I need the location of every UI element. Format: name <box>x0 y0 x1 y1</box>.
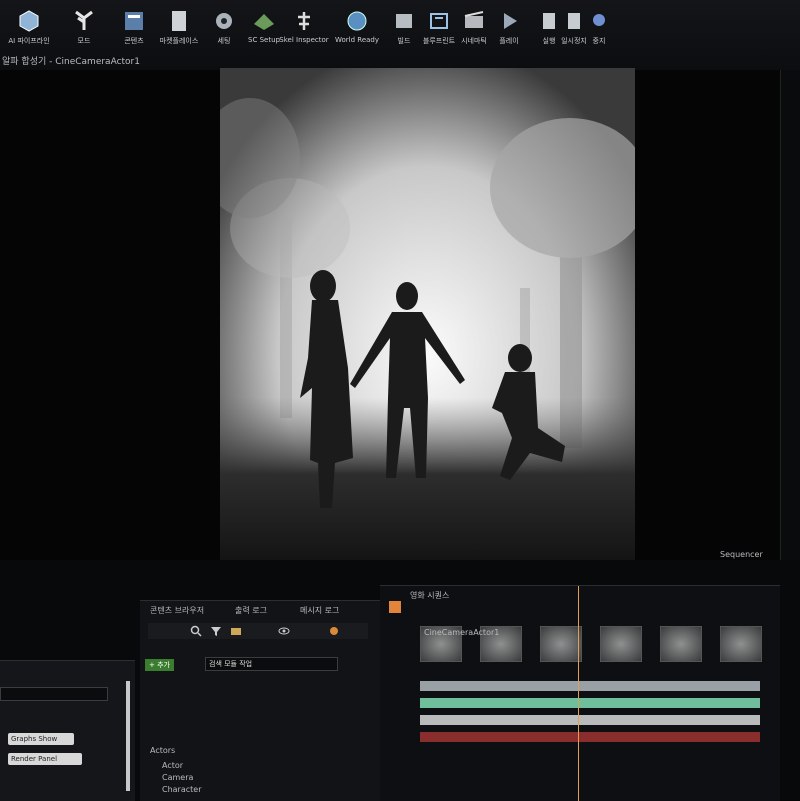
add-button[interactable]: + 추가 <box>145 659 174 671</box>
ai-pipeline-button[interactable]: AI 파이프라인 <box>0 6 58 58</box>
content-icon <box>125 12 143 30</box>
shot-thumbnail <box>540 626 582 662</box>
toolbar-label: 중지 <box>592 37 606 45</box>
settings-icon[interactable] <box>328 625 340 637</box>
output-log-tab[interactable]: 출력 로그 <box>235 605 267 616</box>
forest-scene-image <box>220 68 635 588</box>
viewport-tab[interactable]: 알파 합성기 - CineCameraActor1 <box>0 54 140 70</box>
eye-icon[interactable] <box>278 625 290 637</box>
globe-icon <box>347 11 367 31</box>
details-scrollbar[interactable] <box>126 681 130 791</box>
skel-inspector-button[interactable]: Skel Inspector <box>275 6 333 58</box>
tree-item[interactable]: Actors <box>150 746 175 755</box>
details-search-field[interactable] <box>0 687 108 701</box>
sequencer-tab[interactable]: 영화 시퀀스 <box>410 590 449 601</box>
play-icon <box>504 13 517 29</box>
content-browser-tab[interactable]: 콘텐츠 브라우저 <box>150 605 204 616</box>
filter-icon[interactable] <box>210 625 222 637</box>
marketplace-icon <box>172 11 186 31</box>
shot-thumbnail <box>660 626 702 662</box>
playhead[interactable] <box>578 586 579 801</box>
shot-thumbnail <box>600 626 642 662</box>
cube-icon <box>19 10 39 32</box>
content-browser-panel: 콘텐츠 브라우저 출력 로그 메시지 로그 + 추가 검색 모듈 작업 Acto… <box>140 600 380 801</box>
timeline-track[interactable] <box>420 732 760 742</box>
outliner-toolbar <box>148 623 368 639</box>
right-panel-edge <box>780 70 800 590</box>
timeline-track[interactable] <box>420 698 760 708</box>
folder-icon[interactable] <box>230 625 242 637</box>
sequence-icon <box>389 601 401 613</box>
cinematic-viewport[interactable] <box>220 68 635 588</box>
toolbar-label: Skel Inspector <box>279 36 329 44</box>
skeleton-icon <box>298 12 310 30</box>
shot-thumbnail <box>720 626 762 662</box>
toolbar-label: AI 파이프라인 <box>8 37 50 45</box>
tree-item[interactable]: Camera <box>162 773 193 782</box>
timeline-track[interactable] <box>420 681 760 691</box>
graphs-show-button[interactable]: Graphs Show <box>8 733 74 745</box>
camera-track-label[interactable]: CineCameraActor1 <box>424 628 499 637</box>
modes-icon <box>75 10 93 30</box>
settings-icon <box>216 13 232 29</box>
render-panel-button[interactable]: Render Panel <box>8 753 82 765</box>
tree-item[interactable]: Character <box>162 785 202 794</box>
stop-button[interactable]: 중지 <box>570 6 628 58</box>
setup-icon <box>254 14 274 30</box>
stop-icon <box>593 14 605 26</box>
sequencer-title: Sequencer <box>720 550 763 559</box>
search-icon[interactable] <box>190 625 202 637</box>
details-panel: Graphs Show Render Panel <box>0 660 135 801</box>
tree-item[interactable]: Actor <box>162 761 183 770</box>
timeline-track[interactable] <box>420 715 760 725</box>
sequencer-panel: 영화 시퀀스 Sequencer CineCameraActor1 <box>380 550 780 801</box>
message-log-tab[interactable]: 메시지 로그 <box>300 605 339 616</box>
outliner-search-input[interactable]: 검색 모듈 작업 <box>205 657 338 671</box>
